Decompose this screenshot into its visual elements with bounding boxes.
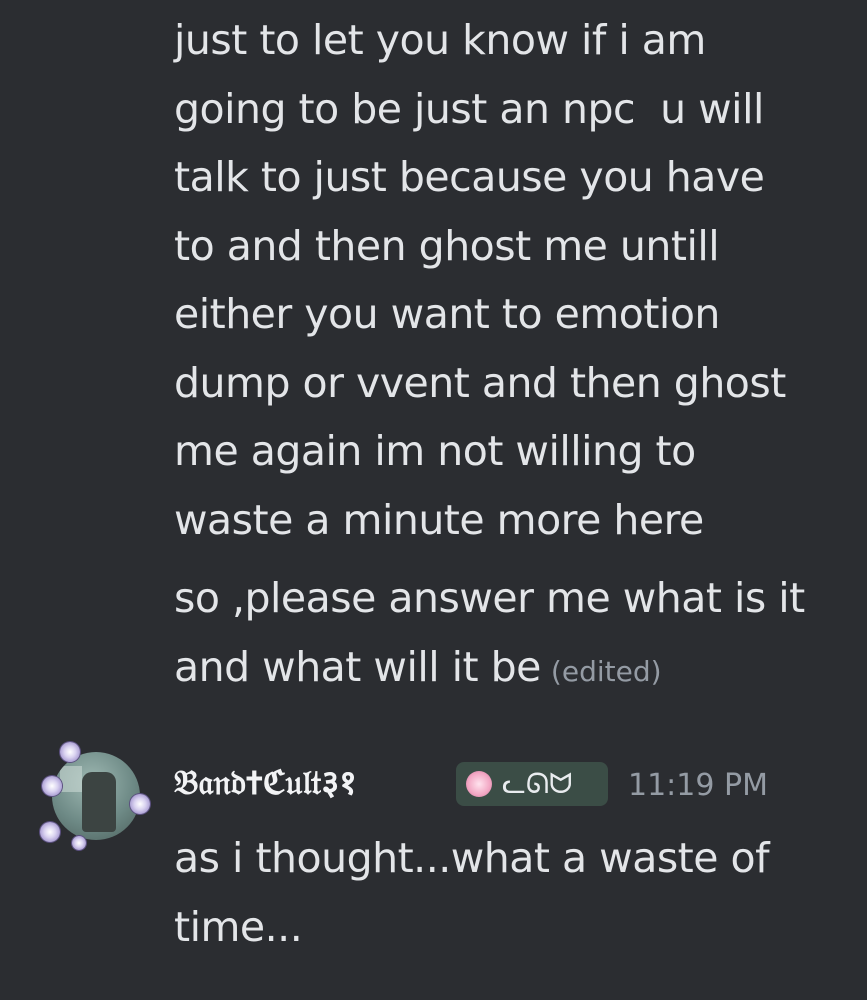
rose-decoration-icon xyxy=(40,822,60,842)
rose-decoration-icon xyxy=(42,776,62,796)
message-line: either you want to emotion xyxy=(174,290,720,338)
message-line: just to let you know if i am xyxy=(174,16,706,64)
message-line-text: and what will it be xyxy=(174,642,541,691)
chat-view: just to let you know if i am going to be… xyxy=(0,0,867,1000)
rose-decoration-icon xyxy=(130,794,150,814)
avatar-figure xyxy=(82,772,116,832)
message-line: time... xyxy=(174,902,303,951)
rose-decoration-icon xyxy=(72,836,86,850)
avatar[interactable] xyxy=(38,740,154,856)
avatar-window xyxy=(60,766,82,792)
timestamp[interactable]: 11:19 PM xyxy=(628,764,768,808)
avatar-image xyxy=(52,752,140,840)
message-line: me again im not willing to xyxy=(174,427,696,475)
edited-label[interactable]: (edited) xyxy=(551,655,662,688)
flower-icon xyxy=(466,771,492,797)
reply-message-body: as i thought...what a waste of time... xyxy=(174,824,770,961)
message-line: so ,please answer me what is it xyxy=(174,574,805,622)
message-line: to and then ghost me untill xyxy=(174,221,720,270)
message-line: going to be just an npc u will xyxy=(174,84,764,133)
message-line: waste a minute more here xyxy=(174,495,704,544)
message-line: as i thought...what a waste of xyxy=(174,834,770,882)
message-line: dump or vvent and then ghost xyxy=(174,358,786,407)
message-body: just to let you know if i am going to be… xyxy=(174,6,844,554)
username[interactable]: 𝔅𝔞𝔫𝔡✝ℭ𝔲𝔩𝔱३१ xyxy=(174,758,357,808)
rose-decoration-icon xyxy=(60,742,80,762)
server-tag-text: ᓚᘏᗢ xyxy=(502,767,573,800)
message-line: and what will it be (edited) xyxy=(174,633,844,707)
server-tag-badge[interactable]: ᓚᘏᗢ xyxy=(456,762,608,806)
message-body-followup: so ,please answer me what is it and what… xyxy=(174,564,844,706)
message-line: talk to just because you have xyxy=(174,153,765,201)
